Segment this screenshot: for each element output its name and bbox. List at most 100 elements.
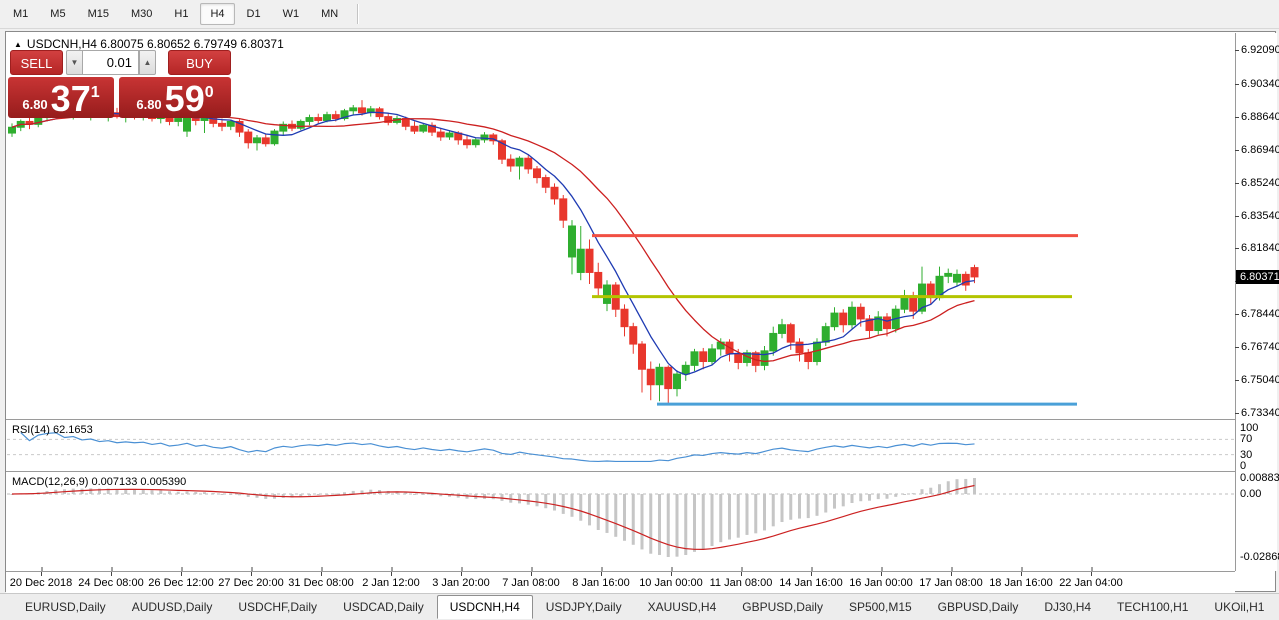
sell-price-small: 6.80 — [22, 97, 47, 112]
chart-tab-eurusd-daily[interactable]: EURUSD,Daily — [12, 595, 119, 619]
volume-decrease-button[interactable]: ▼ — [66, 50, 83, 75]
price-tick — [1235, 50, 1239, 51]
price-tick — [1235, 248, 1239, 249]
trading-terminal: M1M5M15M30H1H4D1W1MN ▲USDCNH,H4 6.80075 … — [0, 0, 1279, 620]
sell-price-sup: 1 — [91, 84, 100, 102]
time-axis-label: 31 Dec 08:00 — [288, 577, 353, 589]
time-axis[interactable]: 20 Dec 201824 Dec 08:0026 Dec 12:0027 De… — [6, 571, 1235, 593]
time-axis-label: 3 Jan 20:00 — [432, 577, 490, 589]
price-axis-label: 6.85240 — [1241, 177, 1279, 189]
time-axis-label: 22 Jan 04:00 — [1059, 577, 1123, 589]
chart-tab-gbpusd-daily[interactable]: GBPUSD,Daily — [729, 595, 836, 619]
price-tick — [1235, 216, 1239, 217]
chart-tab-bar: EURUSD,DailyAUDUSD,DailyUSDCHF,DailyUSDC… — [0, 593, 1279, 620]
chart-tab-sp500-m15[interactable]: SP500,M15 — [836, 595, 925, 619]
timeframe-button-m30[interactable]: M30 — [121, 3, 162, 25]
rsi-axis-label: 30 — [1240, 449, 1252, 461]
time-axis-label: 18 Jan 16:00 — [989, 577, 1053, 589]
time-tick — [601, 572, 602, 576]
macd-axis-label: 0.00 — [1240, 488, 1261, 500]
chart-tab-ukoil-h1[interactable]: UKOil,H1 — [1201, 595, 1277, 619]
rsi-label: RSI(14) 62.1653 — [12, 424, 93, 436]
chart-tab-usdcnh-h4[interactable]: USDCNH,H4 — [437, 595, 533, 619]
timeframe-button-m5[interactable]: M5 — [40, 3, 75, 25]
time-tick — [41, 572, 42, 576]
price-axis-label: 6.73340 — [1241, 407, 1279, 419]
price-tick — [1235, 347, 1239, 348]
volume-increase-button[interactable]: ▲ — [139, 50, 156, 75]
chevron-down-icon: ▼ — [71, 58, 79, 67]
time-axis-label: 16 Jan 00:00 — [849, 577, 913, 589]
timeframe-button-d1[interactable]: D1 — [237, 3, 271, 25]
chart-tab-audusd-daily[interactable]: AUDUSD,Daily — [119, 595, 226, 619]
time-tick — [321, 572, 322, 576]
timeframe-button-m15[interactable]: M15 — [78, 3, 119, 25]
time-tick — [951, 572, 952, 576]
chevron-up-icon: ▲ — [144, 58, 152, 67]
time-tick — [111, 572, 112, 576]
time-axis-label: 17 Jan 08:00 — [919, 577, 983, 589]
rsi-axis-label: 70 — [1240, 433, 1252, 445]
time-tick — [461, 572, 462, 576]
price-axis-label: 6.88640 — [1241, 111, 1279, 123]
macd-label: MACD(12,26,9) 0.007133 0.005390 — [12, 476, 186, 488]
time-axis-label: 7 Jan 08:00 — [502, 577, 560, 589]
rsi-panel[interactable] — [7, 420, 1235, 471]
chart-tab-tech100-h1[interactable]: TECH100,H1 — [1104, 595, 1201, 619]
price-tick — [1235, 84, 1239, 85]
sell-price-big: 37 — [51, 82, 91, 116]
buy-button[interactable]: BUY — [168, 50, 231, 75]
time-tick — [671, 572, 672, 576]
chart-tab-usdchf-daily[interactable]: USDCHF,Daily — [225, 595, 330, 619]
price-axis-label: 6.86940 — [1241, 144, 1279, 156]
time-axis-label: 11 Jan 08:00 — [710, 577, 773, 589]
chart-tab-usdjpy-daily[interactable]: USDJPY,Daily — [533, 595, 635, 619]
toolbar-separator — [357, 4, 359, 24]
timeframe-button-mn[interactable]: MN — [311, 3, 348, 25]
sell-quote-button[interactable]: 6.80 37 1 — [8, 77, 114, 118]
macd-panel[interactable] — [7, 472, 1235, 571]
chart-tab-gbpusd-daily[interactable]: GBPUSD,Daily — [925, 595, 1032, 619]
time-axis-label: 10 Jan 00:00 — [639, 577, 703, 589]
volume-input[interactable] — [82, 50, 139, 75]
time-axis-label: 8 Jan 16:00 — [572, 577, 630, 589]
timeframe-button-w1[interactable]: W1 — [273, 3, 310, 25]
timeframe-toolbar: M1M5M15M30H1H4D1W1MN — [0, 0, 1279, 29]
time-tick — [741, 572, 742, 576]
chart-tab-dj30-h4[interactable]: DJ30,H4 — [1031, 595, 1104, 619]
price-tick — [1235, 117, 1239, 118]
time-axis-label: 2 Jan 12:00 — [362, 577, 420, 589]
buy-price-small: 6.80 — [136, 97, 161, 112]
timeframe-button-m1[interactable]: M1 — [3, 3, 38, 25]
chart-tab-xauusd-h4[interactable]: XAUUSD,H4 — [635, 595, 730, 619]
price-axis-label: 6.81840 — [1241, 242, 1279, 254]
price-tick — [1235, 314, 1239, 315]
timeframe-button-h1[interactable]: H1 — [164, 3, 198, 25]
price-axis-label: 6.92090 — [1241, 44, 1279, 56]
time-tick — [811, 572, 812, 576]
time-tick — [251, 572, 252, 576]
time-tick — [881, 572, 882, 576]
price-axis-label: 6.90340 — [1241, 78, 1279, 90]
macd-axis-label: -0.028683 — [1240, 551, 1279, 563]
trade-panel: SELL ▼ ▲ BUY 6.80 37 1 6.80 59 0 — [8, 47, 233, 118]
price-tick — [1235, 413, 1239, 414]
time-axis-label: 20 Dec 2018 — [10, 577, 72, 589]
time-axis-label: 14 Jan 16:00 — [779, 577, 843, 589]
buy-quote-button[interactable]: 6.80 59 0 — [119, 77, 231, 118]
price-axis-label: 6.75040 — [1241, 374, 1279, 386]
price-axis-label: 6.83540 — [1241, 210, 1279, 222]
rsi-axis-label: 100 — [1240, 422, 1258, 434]
buy-price-sup: 0 — [205, 84, 214, 102]
sell-button[interactable]: SELL — [10, 50, 63, 75]
current-price-badge: 6.80371 — [1236, 270, 1279, 284]
chart-tab-usdcad-daily[interactable]: USDCAD,Daily — [330, 595, 437, 619]
rsi-axis-label: 0 — [1240, 460, 1246, 472]
time-tick — [1091, 572, 1092, 576]
timeframe-button-h4[interactable]: H4 — [200, 3, 234, 25]
time-axis-label: 26 Dec 12:00 — [148, 577, 213, 589]
time-tick — [531, 572, 532, 576]
price-tick — [1235, 380, 1239, 381]
time-axis-label: 27 Dec 20:00 — [218, 577, 283, 589]
price-axis-label: 6.76740 — [1241, 341, 1279, 353]
